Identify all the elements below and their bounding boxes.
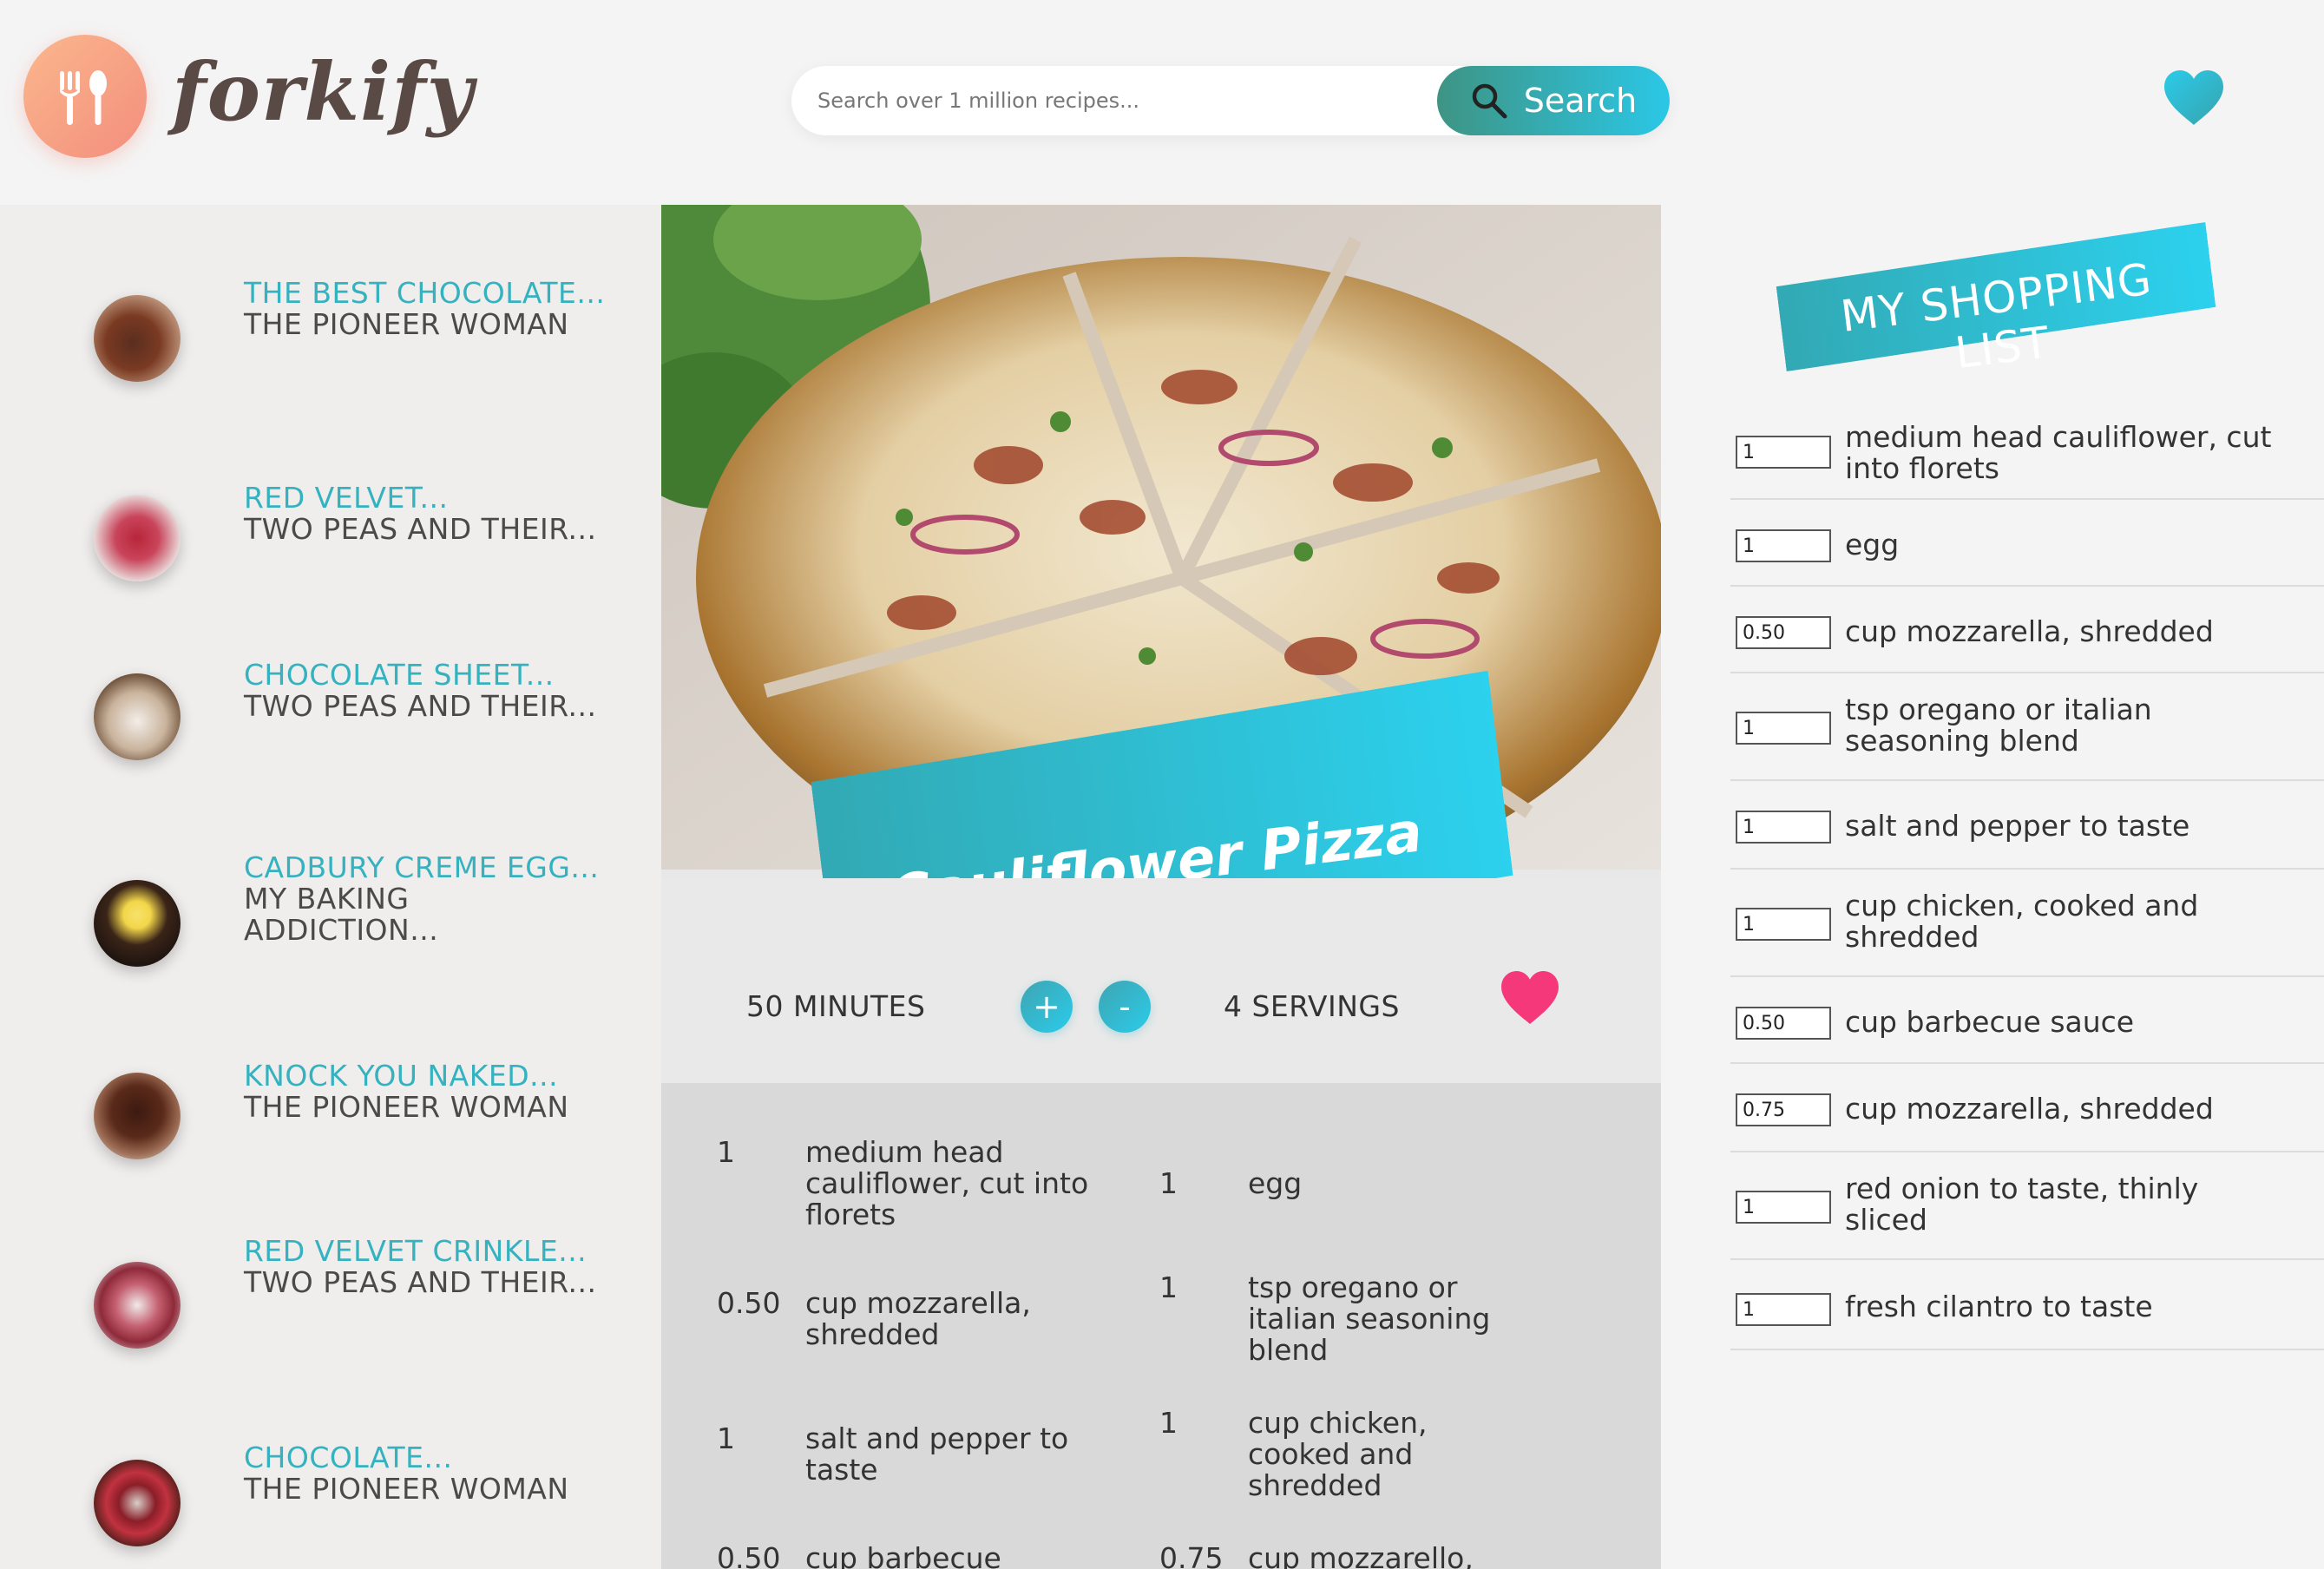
shopping-item-text: salt and pepper to taste <box>1845 809 2190 843</box>
shopping-quantity-input[interactable] <box>1736 908 1831 941</box>
shopping-quantity-input[interactable] <box>1736 529 1831 562</box>
shopping-item-text: fresh cilantro to taste <box>1845 1290 2153 1323</box>
ingredient-quantity: 0.50 <box>717 1541 781 1569</box>
shopping-item: fresh cilantro to taste <box>1730 1260 2324 1350</box>
shopping-item-text: medium head cauliflower, cut into floret… <box>1845 420 2272 485</box>
shopping-quantity-input[interactable] <box>1736 616 1831 649</box>
shopping-quantity-input[interactable] <box>1736 436 1831 469</box>
ingredient-list: 1 medium head cauliflower, cut into flor… <box>661 1083 1661 1569</box>
result-thumbnail <box>94 495 181 581</box>
recipe-panel: Cauliflower Pizza Crust (with BBQ Chicke… <box>661 205 1661 1569</box>
shopping-item: cup mozzarella, shredded <box>1730 587 2324 673</box>
ingredient-text: cup mozzarello, <box>1248 1541 1474 1569</box>
increase-servings-button[interactable]: + <box>1021 981 1073 1033</box>
result-item[interactable]: RED VELVET CRINKLE... TWO PEAS AND THEIR… <box>0 1236 661 1435</box>
ingredient-quantity: 0.50 <box>717 1286 781 1320</box>
ingredient-text: cup chicken, cooked and shredded <box>1248 1406 1428 1502</box>
result-publisher: THE PIONEER WOMAN <box>244 307 569 341</box>
shopping-quantity-input[interactable] <box>1736 712 1831 745</box>
result-item[interactable]: RED VELVET... TWO PEAS AND THEIR... <box>0 483 661 682</box>
header: forkify Search <box>0 0 2324 205</box>
ingredient-text: egg <box>1248 1166 1303 1200</box>
result-item[interactable]: KNOCK YOU NAKED... THE PIONEER WOMAN <box>0 1060 661 1251</box>
shopping-item: cup chicken, cooked and shredded <box>1730 870 2324 977</box>
result-thumbnail <box>94 880 181 967</box>
logo-badge[interactable] <box>23 35 147 158</box>
result-thumbnail <box>94 1460 181 1546</box>
shopping-item: salt and pepper to taste <box>1730 781 2324 870</box>
result-item[interactable]: CHOCOLATE SHEET... TWO PEAS AND THEIR... <box>0 660 661 859</box>
result-title: CHOCOLATE... <box>244 1441 453 1474</box>
fork-knife-icon <box>60 70 107 125</box>
search-form: Search <box>791 66 1670 135</box>
ingredient-quantity: 0.75 <box>1159 1541 1224 1569</box>
shopping-quantity-input[interactable] <box>1736 1093 1831 1126</box>
result-thumbnail <box>94 295 181 382</box>
result-title: KNOCK YOU NAKED... <box>244 1059 559 1093</box>
result-title: RED VELVET... <box>244 481 449 515</box>
search-input[interactable] <box>817 82 1338 120</box>
shopping-item: medium head cauliflower, cut into floret… <box>1730 417 2324 500</box>
result-publisher: THE PIONEER WOMAN <box>244 1090 569 1124</box>
ingredient-text: salt and pepper to taste <box>805 1421 1069 1487</box>
search-button-label: Search <box>1523 82 1638 120</box>
shopping-item-text: cup mozzarella, shredded <box>1845 614 2214 648</box>
like-heart-icon[interactable] <box>1500 970 1560 1026</box>
result-publisher: MY BAKING ADDICTION... <box>244 882 439 947</box>
cooking-time: 50 MINUTES <box>746 989 926 1023</box>
shopping-item-text: cup barbecue sauce <box>1845 1005 2135 1039</box>
ingredient-quantity: 1 <box>717 1421 735 1455</box>
result-thumbnail <box>94 1262 181 1349</box>
shopping-item-text: egg <box>1845 528 1900 561</box>
search-results: THE BEST CHOCOLATE... THE PIONEER WOMAN … <box>0 205 661 1569</box>
shopping-item: red onion to taste, thinly sliced <box>1730 1152 2324 1260</box>
shopping-quantity-input[interactable] <box>1736 1293 1831 1326</box>
result-title: RED VELVET CRINKLE... <box>244 1234 588 1268</box>
search-button[interactable]: Search <box>1437 66 1670 135</box>
shopping-item-text: cup chicken, cooked and shredded <box>1845 889 2199 954</box>
logo-wordmark: forkify <box>172 45 475 139</box>
shopping-item-text: red onion to taste, thinly sliced <box>1845 1172 2199 1237</box>
ingredient-quantity: 1 <box>717 1135 735 1169</box>
result-item[interactable]: CHOCOLATE... THE PIONEER WOMAN <box>0 1442 661 1569</box>
shopping-quantity-input[interactable] <box>1736 1191 1831 1224</box>
favorites-heart-icon[interactable] <box>2163 69 2225 127</box>
shopping-quantity-input[interactable] <box>1736 1007 1831 1040</box>
ingredient-quantity: 1 <box>1159 1406 1178 1440</box>
result-publisher: TWO PEAS AND THEIR... <box>244 512 597 546</box>
result-publisher: TWO PEAS AND THEIR... <box>244 1265 597 1299</box>
ingredient-text: cup mozzarella, shredded <box>805 1286 1031 1351</box>
result-publisher: THE PIONEER WOMAN <box>244 1472 569 1506</box>
shopping-item: egg <box>1730 500 2324 587</box>
search-icon <box>1472 83 1507 119</box>
recipe-details: 50 MINUTES + - 4 SERVINGS <box>661 878 1661 1083</box>
ingredient-quantity: 1 <box>1159 1270 1178 1304</box>
ingredient-text: tsp oregano or italian seasoning blend <box>1248 1270 1491 1367</box>
ingredient-text: cup barbecue <box>805 1541 1001 1569</box>
shopping-item: cup mozzarella, shredded <box>1730 1064 2324 1152</box>
decrease-servings-button[interactable]: - <box>1099 981 1151 1033</box>
shopping-quantity-input[interactable] <box>1736 811 1831 844</box>
shopping-list: MY SHOPPING LIST medium head cauliflower… <box>1661 205 2324 1569</box>
result-thumbnail <box>94 673 181 760</box>
result-thumbnail <box>94 1073 181 1159</box>
result-item[interactable]: THE BEST CHOCOLATE... THE PIONEER WOMAN <box>0 278 661 469</box>
servings-count: 4 SERVINGS <box>1224 989 1400 1023</box>
shopping-item-text: tsp oregano or italian seasoning blend <box>1845 693 2152 758</box>
result-title: CADBURY CREME EGG... <box>244 850 600 884</box>
ingredient-quantity: 1 <box>1159 1166 1178 1200</box>
ingredient-text: medium head cauliflower, cut into floret… <box>805 1135 1089 1231</box>
result-title: CHOCOLATE SHEET... <box>244 658 555 692</box>
shopping-item: tsp oregano or italian seasoning blend <box>1730 673 2324 781</box>
result-item[interactable]: CADBURY CREME EGG... MY BAKING ADDICTION… <box>0 852 661 1054</box>
result-title: THE BEST CHOCOLATE... <box>244 276 606 310</box>
result-publisher: TWO PEAS AND THEIR... <box>244 689 597 723</box>
shopping-item: cup barbecue sauce <box>1730 977 2324 1064</box>
shopping-item-text: cup mozzarella, shredded <box>1845 1092 2214 1126</box>
